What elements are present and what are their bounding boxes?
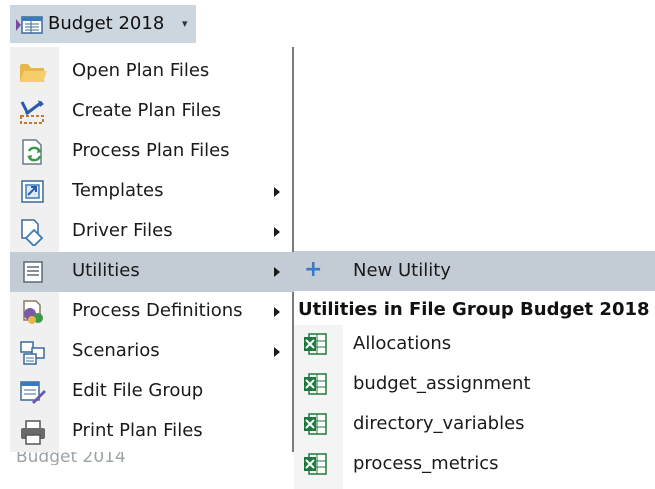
menu-item-label: Create Plan Files [72,100,222,121]
new-utility-button[interactable]: + New Utility [294,251,655,291]
utility-item-allocations[interactable]: Allocations [294,325,655,365]
create-plan-icon [18,98,48,126]
utility-item-budget-assignment[interactable]: budget_assignment [294,365,655,405]
menu-item-label: Print Plan Files [72,420,203,441]
excel-icon [303,373,327,395]
menu-item-label: Open Plan Files [72,60,210,81]
file-group-icon [16,15,44,35]
menu-item-driver-files[interactable]: Driver Files [10,212,294,252]
submenu-arrow-icon [274,307,280,317]
submenu-arrow-icon [274,267,280,277]
excel-icon [303,413,327,435]
plus-icon: + [304,257,323,282]
submenu-arrow-icon [274,187,280,197]
menu-item-open-plan-files[interactable]: Open Plan Files [10,52,294,92]
menu-item-process-definitions[interactable]: Process Definitions [10,292,294,332]
printer-icon [18,418,48,446]
scenarios-icon [18,338,48,366]
menu-item-scenarios[interactable]: Scenarios [10,332,294,372]
process-plan-icon [18,138,48,166]
utility-item-label: directory_variables [353,413,525,434]
excel-icon [303,333,327,355]
folder-icon [18,58,48,86]
edit-file-group-icon [18,378,48,406]
utility-list: Allocations budget_assignment directory_… [294,325,655,489]
utility-item-directory-variables[interactable]: directory_variables [294,405,655,445]
utility-item-label: budget_assignment [353,373,531,394]
menu-item-label: Process Plan Files [72,140,230,161]
menu-item-edit-file-group[interactable]: Edit File Group [10,372,294,412]
utilities-submenu: + New Utility Utilities in File Group Bu… [294,251,655,489]
menu-item-process-plan-files[interactable]: Process Plan Files [10,132,294,172]
driver-files-icon [18,218,48,248]
chevron-down-icon: ▾ [182,17,188,30]
utility-item-label: process_metrics [353,453,499,474]
submenu-arrow-icon [274,347,280,357]
new-utility-label: New Utility [353,260,451,281]
menu-item-label: Edit File Group [72,380,204,401]
submenu-arrow-icon [274,227,280,237]
menu-item-create-plan-files[interactable]: Create Plan Files [10,92,294,132]
menu-item-label: Templates [72,180,164,201]
menu-item-label: Utilities [72,260,140,281]
submenu-section-header: Utilities in File Group Budget 2018 [298,299,650,320]
excel-icon [303,453,327,475]
utilities-icon [18,258,48,286]
file-group-label: Budget 2018 [48,13,165,34]
menu-item-print-plan-files[interactable]: Print Plan Files [10,412,294,452]
file-group-dropdown-button[interactable]: Budget 2018 ▾ [10,5,196,43]
file-group-menu: Open Plan Files Create Plan Files Proces… [10,47,294,452]
utility-item-process-metrics[interactable]: process_metrics [294,445,655,485]
menu-item-label: Driver Files [72,220,173,241]
menu-item-label: Scenarios [72,340,160,361]
menu-item-label: Process Definitions [72,300,243,321]
templates-icon [18,178,48,206]
menu-item-utilities[interactable]: Utilities [10,252,294,292]
menu-item-templates[interactable]: Templates [10,172,294,212]
process-definitions-icon [18,298,48,326]
utility-item-label: Allocations [353,333,452,354]
